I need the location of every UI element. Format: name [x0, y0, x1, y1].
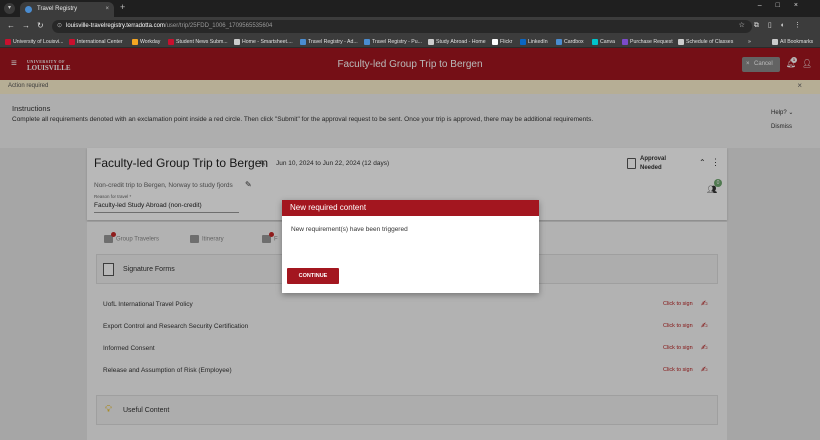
bookmark-icon: [678, 39, 684, 45]
bookmark-icon: [622, 39, 628, 45]
bookmark[interactable]: Student News Subm...: [168, 37, 228, 47]
url-host: louisville-travelregistry.terradotta.com: [66, 23, 165, 29]
dialog-message: New requirement(s) have been triggered: [291, 226, 408, 233]
required-content-dialog: New required content New requirement(s) …: [282, 200, 539, 293]
all-bookmarks[interactable]: All Bookmarks: [772, 37, 813, 47]
bookmark[interactable]: LinkedIn: [520, 37, 548, 47]
bookmarks-bar: University of Louisvi... International C…: [0, 36, 820, 48]
tab-title: Travel Registry: [37, 6, 78, 12]
reload-icon[interactable]: ↻: [37, 21, 44, 30]
bookmark-icon: [592, 39, 598, 45]
bookmark[interactable]: International Center: [69, 37, 123, 47]
favicon-icon: [25, 6, 32, 13]
bookmark[interactable]: Home - Smartsheet....: [234, 37, 293, 47]
forward-icon[interactable]: →: [22, 21, 30, 30]
bookmark[interactable]: Workday: [132, 37, 160, 47]
bookmark[interactable]: Travel Registry - Pu...: [364, 37, 422, 47]
url-input[interactable]: ⊙ louisville-travelregistry.terradotta.c…: [52, 20, 752, 33]
bookmark-icon: [132, 39, 138, 45]
tab-close-icon[interactable]: ×: [105, 2, 109, 17]
address-bar-row: ← → ↻ ⊙ louisville-travelregistry.terrad…: [0, 17, 820, 36]
extension-icons[interactable]: ☆⧉▯◐⋮: [739, 21, 810, 30]
browser-tabbar: ▾ Travel Registry × + –□×: [0, 0, 820, 17]
bookmark[interactable]: Canva: [592, 37, 615, 47]
bookmark-icon: [492, 39, 498, 45]
bookmark[interactable]: Schedule of Classes: [678, 37, 733, 47]
bookmark-icon: [5, 39, 11, 45]
bookmark-icon: [520, 39, 526, 45]
folder-icon: [772, 39, 778, 45]
window-controls[interactable]: –□×: [758, 2, 812, 9]
bookmark[interactable]: Flickr: [492, 37, 512, 47]
new-tab-icon[interactable]: +: [120, 2, 125, 12]
site-info-icon[interactable]: ⊙: [57, 20, 62, 33]
url-path: /user/trip/25FDD_1006_1709565535604: [164, 23, 273, 29]
bookmark[interactable]: Travel Registry - Ad...: [300, 37, 358, 47]
bookmark-icon: [168, 39, 174, 45]
tab-search-icon[interactable]: ▾: [4, 3, 15, 14]
more-bookmarks-icon[interactable]: »: [748, 37, 751, 47]
browser-tab[interactable]: Travel Registry ×: [20, 2, 114, 17]
bookmark[interactable]: Cardbox: [556, 37, 584, 47]
back-icon[interactable]: ←: [7, 21, 15, 30]
bookmark-icon: [364, 39, 370, 45]
bookmark[interactable]: Purchase Request: [622, 37, 673, 47]
continue-button[interactable]: CONTINUE: [287, 268, 339, 284]
dialog-title: New required content: [282, 200, 539, 216]
bookmark[interactable]: University of Louisvi...: [5, 37, 63, 47]
bookmark-icon: [234, 39, 240, 45]
bookmark-icon: [69, 39, 75, 45]
bookmark-icon: [300, 39, 306, 45]
bookmark-icon: [556, 39, 562, 45]
bookmark[interactable]: Study Abroad - Home: [428, 37, 486, 47]
bookmark-icon: [428, 39, 434, 45]
